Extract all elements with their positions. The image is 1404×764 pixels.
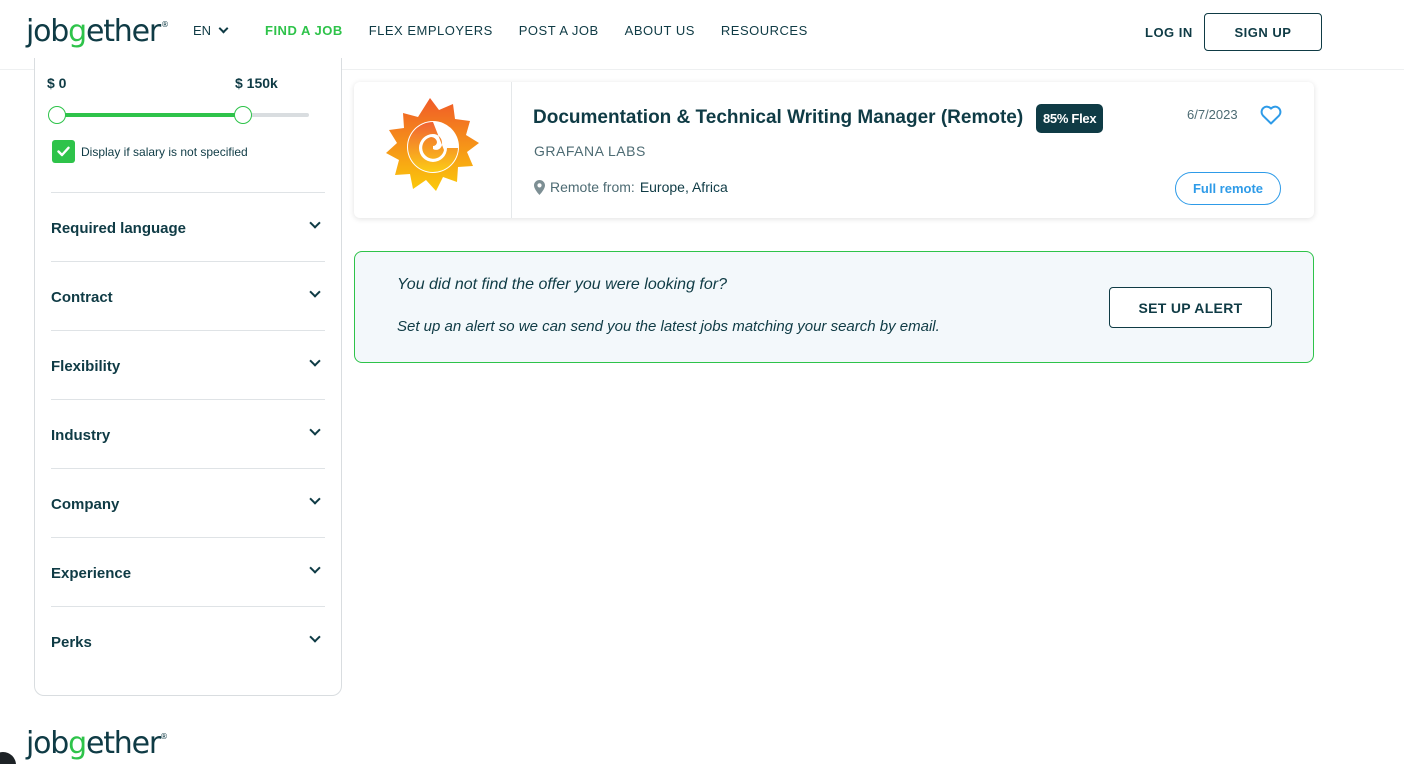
filter-title: Industry xyxy=(51,427,111,444)
remote-type-tag[interactable]: Full remote xyxy=(1175,172,1281,205)
salary-max-handle[interactable] xyxy=(234,106,253,124)
salary-min-handle[interactable] xyxy=(48,106,66,124)
location-value: Europe, Africa xyxy=(639,179,728,195)
signup-button[interactable]: SIGN UP xyxy=(1204,13,1322,51)
grafana-logo-icon xyxy=(385,98,479,191)
alert-description: Set up an alert so we can send you the l… xyxy=(397,318,940,335)
chevron-down-icon xyxy=(309,631,321,643)
chevron-down-icon xyxy=(309,286,321,298)
filter-sidebar: $ 0 $ 150k Display if salary is not spec… xyxy=(34,58,342,696)
nav-flex-employers[interactable]: FLEX EMPLOYERS xyxy=(369,23,493,38)
filter-industry[interactable]: Industry xyxy=(51,399,325,468)
display-unspecified-salary-option[interactable]: Display if salary is not specified xyxy=(52,140,248,163)
chevron-down-icon xyxy=(309,355,321,367)
login-link[interactable]: LOG IN xyxy=(1145,25,1193,40)
job-card[interactable]: Documentation & Technical Writing Manage… xyxy=(354,82,1314,218)
heart-icon[interactable] xyxy=(1260,105,1282,125)
display-unspecified-checkbox[interactable] xyxy=(52,140,75,163)
language-selector[interactable]: EN xyxy=(193,23,229,38)
company-logo xyxy=(354,82,512,218)
chevron-down-icon xyxy=(309,217,321,229)
location-pin-icon xyxy=(534,179,545,195)
job-location: Remote from: Europe, Africa xyxy=(534,179,728,195)
filter-title: Required language xyxy=(51,220,187,237)
filter-perks[interactable]: Perks xyxy=(51,606,325,675)
filter-required-language[interactable]: Required language xyxy=(51,192,325,261)
job-title[interactable]: Documentation & Technical Writing Manage… xyxy=(533,107,1028,129)
chevron-down-icon xyxy=(218,23,229,34)
jobgether-logo[interactable]: jobgether® xyxy=(26,14,169,49)
filter-contract[interactable]: Contract xyxy=(51,261,325,330)
display-unspecified-label: Display if salary is not specified xyxy=(81,144,248,159)
job-posted-date: 6/7/2023 xyxy=(1187,107,1238,122)
job-alert-banner: You did not find the offer you were look… xyxy=(354,251,1314,363)
chevron-down-icon xyxy=(309,493,321,505)
salary-max-label: $ 150k xyxy=(235,75,278,91)
nav-about-us[interactable]: ABOUT US xyxy=(625,23,695,38)
location-label: Remote from: xyxy=(550,179,635,195)
filter-experience[interactable]: Experience xyxy=(51,537,325,606)
nav-post-a-job[interactable]: POST A JOB xyxy=(519,23,599,38)
company-name[interactable]: GRAFANA LABS xyxy=(534,143,646,159)
filter-title: Contract xyxy=(51,289,113,306)
salary-range-slider[interactable] xyxy=(48,106,309,124)
filter-company[interactable]: Company xyxy=(51,468,325,537)
alert-question: You did not find the offer you were look… xyxy=(397,276,727,293)
salary-range-fill xyxy=(57,113,244,117)
filter-list: Required language Contract Flexibility I… xyxy=(51,192,325,675)
filter-flexibility[interactable]: Flexibility xyxy=(51,330,325,399)
flex-score-badge: 85% Flex xyxy=(1036,104,1104,133)
chevron-down-icon xyxy=(309,562,321,574)
checkmark-icon xyxy=(57,146,70,157)
main-nav: FIND A JOB FLEX EMPLOYERS POST A JOB ABO… xyxy=(265,23,834,38)
filter-title: Company xyxy=(51,496,120,513)
chevron-down-icon xyxy=(309,424,321,436)
nav-resources[interactable]: RESOURCES xyxy=(721,23,808,38)
salary-min-label: $ 0 xyxy=(47,75,67,91)
filter-title: Perks xyxy=(51,634,92,651)
filter-title: Flexibility xyxy=(51,358,121,375)
filter-title: Experience xyxy=(51,565,132,582)
chat-widget-button[interactable] xyxy=(0,752,16,764)
set-up-alert-button[interactable]: SET UP ALERT xyxy=(1109,287,1272,328)
nav-find-a-job[interactable]: FIND A JOB xyxy=(265,23,343,38)
language-label: EN xyxy=(193,23,212,38)
footer-jobgether-logo[interactable]: jobgether® xyxy=(26,726,168,761)
